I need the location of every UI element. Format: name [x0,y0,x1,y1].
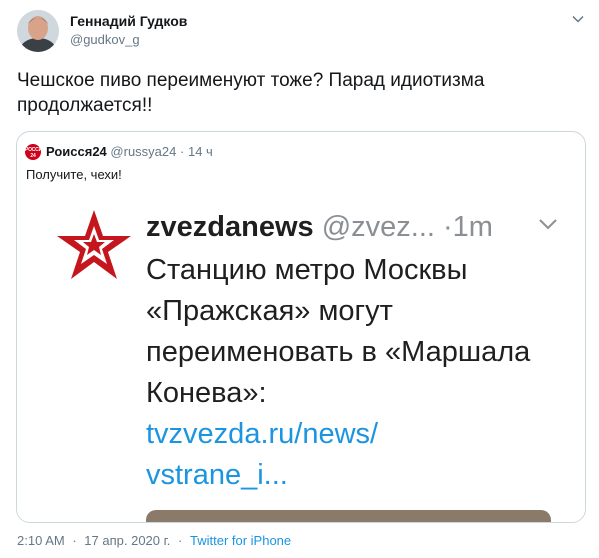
tweet-text: Чешское пиво переименуют тоже? Парад иди… [17,70,485,116]
quote-author-handle[interactable]: @russya24 [110,144,176,159]
quote-avatar[interactable]: РОССИЯ 24 [25,144,41,160]
chevron-down-icon[interactable] [572,12,584,24]
tweet-date[interactable]: 17 апр. 2020 г. [84,533,170,548]
inner-post-media-strip [146,510,551,522]
quote-author-name[interactable]: Роисся24 [46,144,107,159]
red-star-logo-icon [54,206,134,286]
inner-post-author: zvezdanews [146,211,314,243]
quoted-tweet[interactable]: РОССИЯ 24 Роисся24 @russya24 · 14 ч Полу… [16,131,586,523]
quote-header: Роисся24 @russya24 · 14 ч [46,144,213,160]
inner-post-handle: @zvez... [321,211,435,243]
chevron-down-icon [539,217,557,231]
quote-time[interactable]: 14 ч [188,144,213,159]
quote-separator: · [180,144,185,159]
footer-separator: · [72,533,77,548]
tweet-source-link[interactable]: Twitter for iPhone [190,533,291,548]
inner-post-body: Станцию метро Москвы «Пражская» могут пе… [146,250,566,496]
tweet-footer: 2:10 AM · 17 апр. 2020 г. · Twitter for … [17,533,291,548]
quote-media-image[interactable]: zvezdanews @zvez... ·1m Станцию метро Мо… [17,190,585,522]
inner-post-time: ·1m [443,211,493,243]
author-name[interactable]: Геннадий Гудков [70,13,187,29]
quote-text: Получите, чехи! [26,167,122,182]
footer-separator: · [178,533,183,548]
tweet-time[interactable]: 2:10 AM [17,533,65,548]
inner-post-link-1: tvzvezda.ru/news/ [146,418,379,450]
author-handle[interactable]: @gudkov_g [70,32,140,47]
inner-post-text: Станцию метро Москвы «Пражская» могут пе… [146,254,531,409]
quote-avatar-text: РОССИЯ 24 [25,147,41,159]
inner-post-link-2: vstrane_i... [146,459,288,491]
inner-post-header: zvezdanews @zvez... ·1m [146,210,493,244]
author-avatar[interactable] [17,10,59,52]
